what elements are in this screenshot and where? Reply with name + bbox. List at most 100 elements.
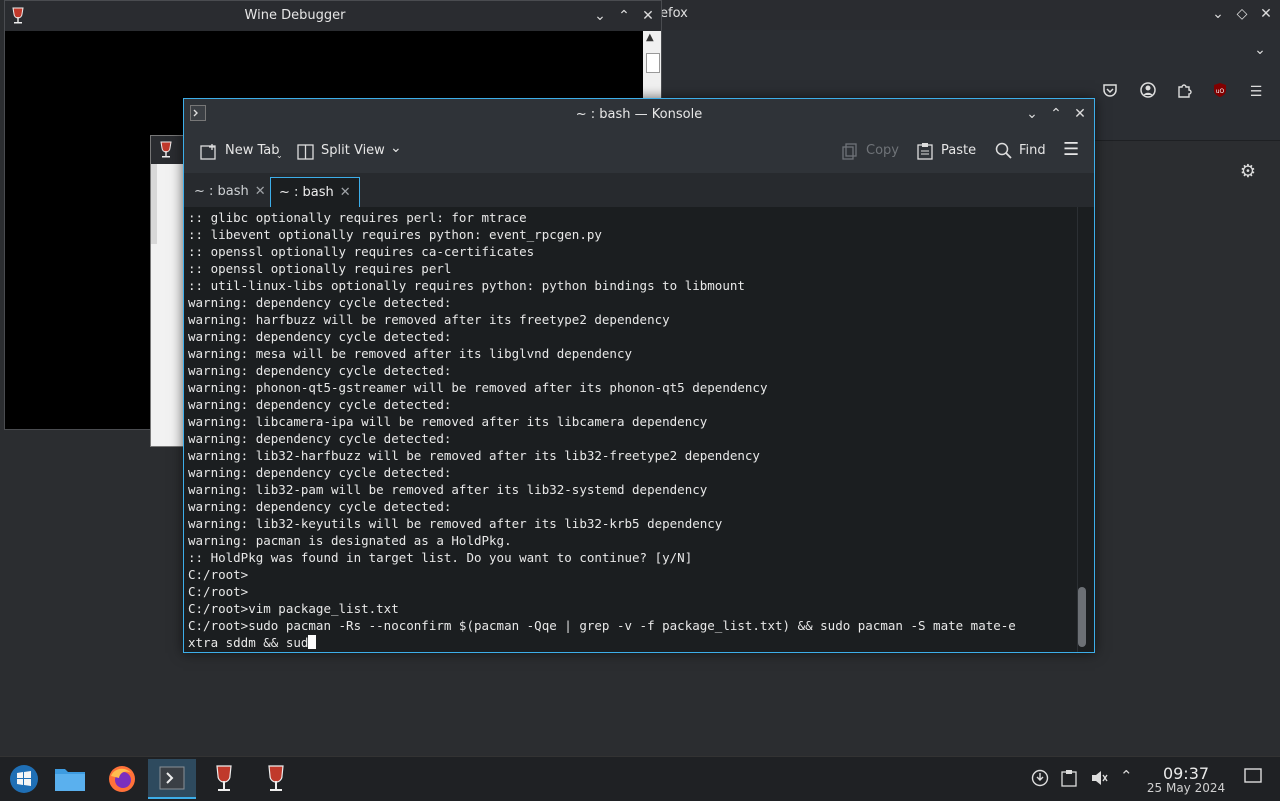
wine-taskbar-button[interactable] — [200, 759, 248, 799]
wine-glass-icon — [216, 765, 232, 791]
menu-icon[interactable]: ☰ — [1246, 82, 1266, 102]
terminal-line: warning: dependency cycle detected: — [188, 397, 452, 412]
terminal-line: warning: mesa will be removed after its … — [188, 346, 633, 361]
terminal-line: warning: dependency cycle detected: — [188, 329, 452, 344]
windows-start-icon — [10, 765, 38, 793]
volume-muted-icon[interactable] — [1090, 769, 1108, 791]
tab-bash-2[interactable]: ~ : bash ✕ — [270, 177, 360, 207]
close-icon[interactable]: ✕ — [1070, 104, 1090, 124]
clock-date[interactable]: 25 May 2024 — [1140, 781, 1232, 795]
terminal-line: :: HoldPkg was found in target list. Do … — [188, 550, 693, 565]
text-cursor — [308, 635, 317, 649]
hamburger-menu-icon[interactable]: ☰ — [1063, 139, 1079, 160]
start-menu-button[interactable] — [0, 759, 48, 799]
close-icon[interactable]: ✕ — [638, 6, 658, 26]
firefox-titlebar[interactable]: efox ⌄ ◇ ✕ — [660, 0, 1280, 30]
terminal-line: C:/root> — [188, 584, 249, 599]
terminal-output: :: glibc optionally requires perl: for m… — [188, 209, 1016, 651]
find-button[interactable]: Find — [1019, 143, 1046, 158]
scroll-up-icon[interactable]: ▲ — [646, 32, 654, 43]
chevron-down-icon[interactable]: ⌄ — [390, 140, 402, 156]
terminal-line: warning: lib32-keyutils will be removed … — [188, 516, 723, 531]
terminal-line: warning: libcamera-ipa will be removed a… — [188, 414, 708, 429]
maximize-icon[interactable]: ⌃ — [1046, 104, 1066, 124]
close-tab-icon[interactable]: ✕ — [340, 185, 351, 200]
clipboard-icon[interactable] — [1061, 769, 1077, 791]
extensions-icon[interactable] — [1174, 82, 1194, 102]
terminal-line: warning: phonon-qt5-gstreamer will be re… — [188, 380, 768, 395]
scrollbar-thumb[interactable] — [1078, 587, 1086, 647]
chevron-down-icon[interactable]: ⌄ — [276, 151, 283, 160]
minimize-icon[interactable]: ⌄ — [1208, 4, 1228, 24]
terminal-icon — [159, 766, 185, 790]
tab-label: ~ : bash — [279, 185, 334, 200]
ublock-icon[interactable]: uO — [1210, 82, 1230, 102]
terminal-input-text: xtra sddm && sud — [188, 635, 309, 650]
terminal-line: warning: dependency cycle detected: — [188, 499, 452, 514]
terminal-line: warning: lib32-harfbuzz will be removed … — [188, 448, 760, 463]
file-manager-button[interactable] — [46, 759, 94, 799]
wine-taskbar-button[interactable] — [252, 759, 300, 799]
account-icon[interactable] — [1138, 82, 1158, 102]
wine-glass-icon — [268, 765, 284, 791]
copy-icon — [842, 143, 858, 165]
terminal-line: warning: dependency cycle detected: — [188, 295, 452, 310]
terminal-line: warning: dependency cycle detected: — [188, 363, 452, 378]
terminal-line: :: util-linux-libs optionally requires p… — [188, 278, 745, 293]
wine-debugger-title: Wine Debugger — [244, 8, 346, 23]
new-tab-button[interactable]: New Tab — [225, 143, 280, 158]
konsole-tabbar: ~ : bash ✕ ~ : bash ✕ — [184, 173, 1094, 208]
updates-icon[interactable] — [1031, 769, 1049, 791]
firefox-taskbar-button[interactable] — [98, 759, 146, 799]
wine-debugger-titlebar[interactable]: Wine Debugger ⌄ ⌃ ✕ — [5, 1, 661, 31]
terminal-area[interactable]: :: glibc optionally requires perl: for m… — [184, 207, 1094, 652]
close-icon[interactable]: ✕ — [1256, 4, 1276, 24]
terminal-line: :: libevent optionally requires python: … — [188, 227, 602, 242]
minimize-icon[interactable]: ⌄ — [590, 6, 610, 26]
paste-icon — [917, 142, 933, 164]
firefox-title: efox — [660, 6, 688, 21]
terminal-line: warning: dependency cycle detected: — [188, 431, 452, 446]
scrollbar[interactable] — [151, 164, 157, 244]
tab-bash-1[interactable]: ~ : bash ✕ — [186, 177, 274, 207]
maximize-icon[interactable]: ⌃ — [614, 6, 634, 26]
terminal-line: warning: dependency cycle detected: — [188, 465, 452, 480]
paste-button[interactable]: Paste — [941, 143, 976, 158]
taskbar: ⌃ 09:37 25 May 2024 — [0, 756, 1280, 801]
terminal-line: warning: lib32-pam will be removed after… — [188, 482, 708, 497]
svg-text:uO: uO — [1216, 88, 1225, 95]
minimize-icon[interactable]: ⌄ — [1022, 104, 1042, 124]
copy-button[interactable]: Copy — [866, 143, 899, 158]
tab-label: ~ : bash — [194, 184, 249, 199]
terminal-line: C:/root>sudo pacman -Rs --noconfirm $(pa… — [188, 618, 1016, 633]
firefox-tabbar: ⌄ — [660, 30, 1280, 70]
terminal-input-line[interactable]: xtra sddm && sud — [188, 634, 1016, 651]
show-hidden-icons-icon[interactable]: ⌃ — [1120, 767, 1133, 785]
konsole-window: ~ : bash — Konsole ⌄ ⌃ ✕ New Tab ⌄ Split… — [183, 98, 1095, 653]
konsole-titlebar[interactable]: ~ : bash — Konsole ⌄ ⌃ ✕ — [184, 99, 1094, 131]
search-icon — [995, 142, 1013, 164]
terminal-line: warning: pacman is designated as a HoldP… — [188, 533, 512, 548]
terminal-line: :: openssl optionally requires ca-certif… — [188, 244, 535, 259]
konsole-taskbar-button[interactable] — [148, 759, 196, 799]
wine-glass-icon — [159, 141, 173, 163]
terminal-line: C:/root> — [188, 567, 249, 582]
gear-icon[interactable]: ⚙ — [1238, 162, 1258, 182]
folder-icon — [55, 769, 85, 791]
close-tab-icon[interactable]: ✕ — [255, 184, 266, 199]
split-view-icon — [297, 143, 315, 165]
terminal-line: warning: harfbuzz will be removed after … — [188, 312, 670, 327]
scrollbar-track[interactable] — [1077, 207, 1078, 652]
maximize-icon[interactable]: ◇ — [1232, 4, 1252, 24]
terminal-line: C:/root>vim package_list.txt — [188, 601, 399, 616]
terminal-line: :: glibc optionally requires perl: for m… — [188, 210, 527, 225]
new-tab-icon — [200, 143, 218, 165]
konsole-toolbar: New Tab ⌄ Split View ⌄ Copy Paste Find ☰ — [184, 131, 1094, 173]
firefox-icon — [109, 766, 135, 792]
split-view-button[interactable]: Split View — [321, 143, 385, 158]
show-desktop-icon[interactable] — [1244, 768, 1262, 788]
terminal-line: :: openssl optionally requires perl — [188, 261, 452, 276]
pocket-icon[interactable] — [1100, 82, 1120, 102]
list-tabs-icon[interactable]: ⌄ — [1250, 40, 1270, 60]
scrollbar-thumb[interactable] — [646, 53, 660, 73]
